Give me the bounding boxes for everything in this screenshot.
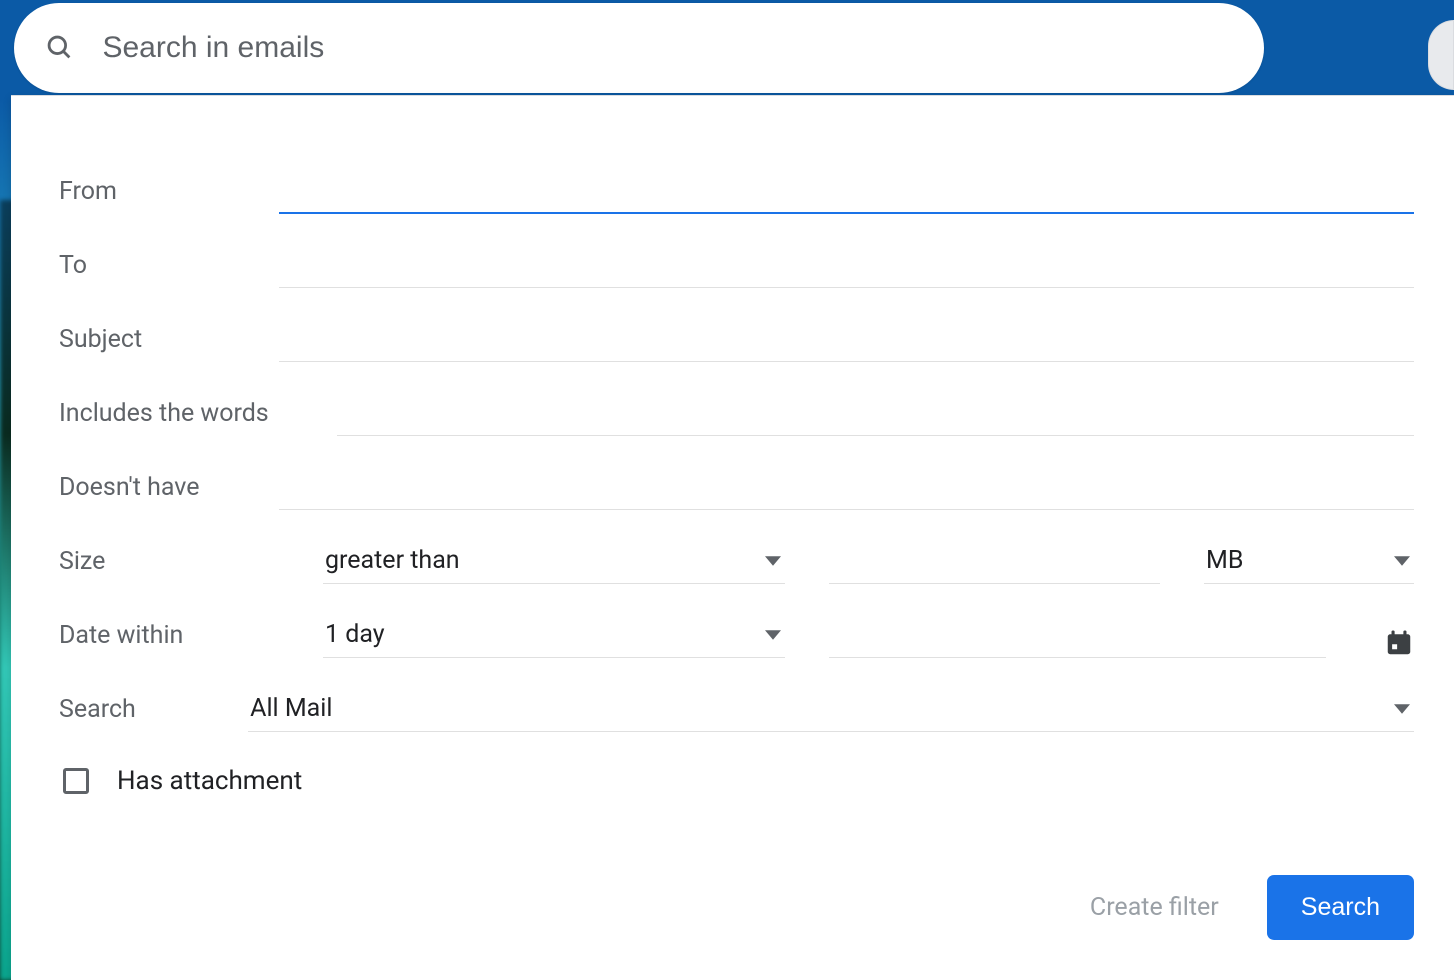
avatar[interactable] (1428, 20, 1454, 90)
calendar-icon[interactable] (1384, 628, 1414, 658)
doesnt-have-input[interactable] (279, 466, 1414, 510)
dropdown-arrow-icon (1394, 553, 1410, 569)
size-value-input[interactable] (829, 540, 1160, 584)
dropdown-arrow-icon (765, 553, 781, 569)
panel-footer: Create filter Search (1090, 875, 1414, 940)
search-button[interactable]: Search (1267, 875, 1414, 940)
from-input[interactable] (279, 169, 1414, 214)
create-filter-button[interactable]: Create filter (1090, 893, 1219, 922)
includes-label: Includes the words (59, 399, 337, 436)
dropdown-arrow-icon (765, 627, 781, 643)
search-location-select[interactable]: All Mail (248, 688, 1414, 732)
size-label: Size (59, 547, 279, 584)
date-range-value: 1 day (325, 620, 385, 649)
subject-input[interactable] (279, 318, 1414, 362)
size-comparator-select[interactable]: greater than (323, 540, 785, 584)
has-attachment-label: Has attachment (117, 766, 302, 796)
size-comparator-value: greater than (325, 546, 460, 575)
search-bar[interactable] (14, 3, 1264, 93)
date-within-label: Date within (59, 621, 279, 658)
search-icon (44, 32, 74, 64)
to-input[interactable] (279, 244, 1414, 288)
advanced-search-panel: From To Subject Includes the words Doesn… (11, 95, 1454, 980)
search-location-value: All Mail (250, 694, 332, 723)
search-input[interactable] (100, 30, 1234, 66)
to-label: To (59, 251, 279, 288)
from-label: From (59, 177, 279, 214)
size-unit-value: MB (1206, 546, 1243, 575)
size-unit-select[interactable]: MB (1204, 540, 1414, 584)
search-location-label: Search (59, 695, 248, 732)
dropdown-arrow-icon (1394, 701, 1410, 717)
has-attachment-row: Has attachment (59, 766, 1414, 796)
date-value-input[interactable] (829, 614, 1326, 658)
includes-input[interactable] (337, 392, 1414, 436)
subject-label: Subject (59, 325, 279, 362)
date-range-select[interactable]: 1 day (323, 614, 785, 658)
has-attachment-checkbox[interactable] (63, 768, 89, 794)
doesnt-have-label: Doesn't have (59, 473, 279, 510)
top-bar (0, 0, 1454, 95)
